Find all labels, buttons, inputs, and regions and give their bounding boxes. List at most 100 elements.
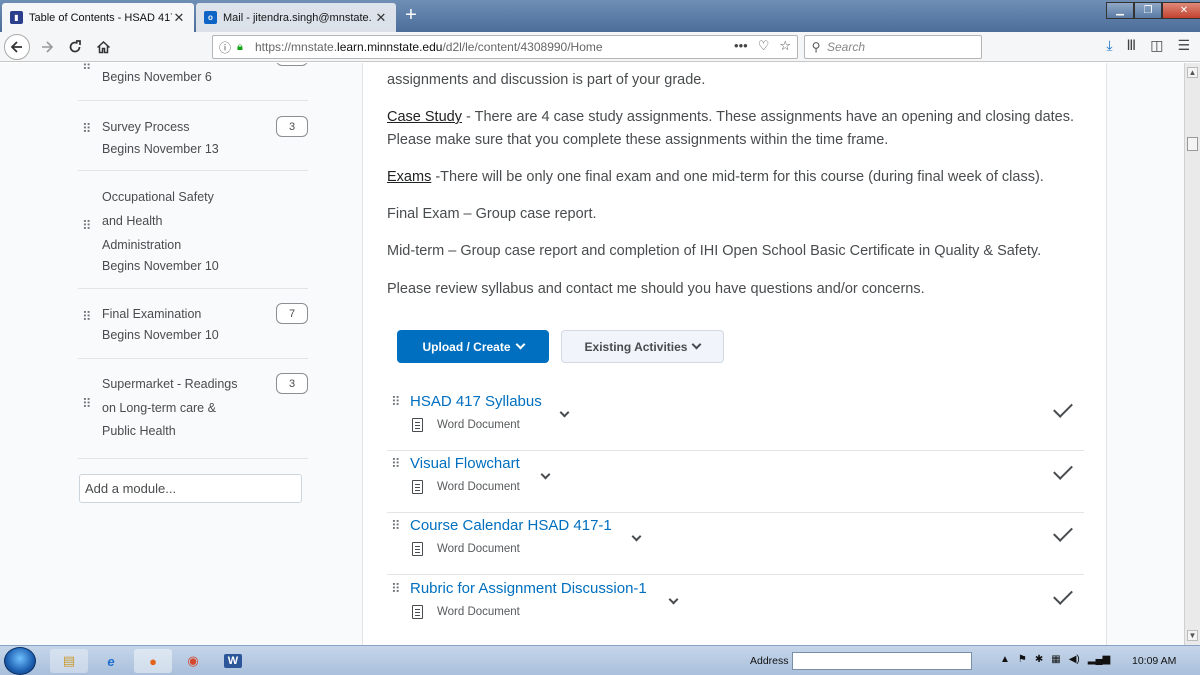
forward-arrow-icon[interactable] [36, 36, 58, 58]
upload-create-button[interactable]: Upload / Create [397, 330, 549, 363]
address-toolbar-label: Address [750, 655, 789, 667]
home-icon[interactable] [92, 36, 114, 58]
exams-text: -There will be only one final exam and o… [431, 169, 1044, 185]
case-study-paragraph: Case Study - There are 4 case study assi… [387, 106, 1102, 152]
tab-title: Table of Contents - HSAD 417- [29, 11, 172, 24]
exams-paragraph: Exams -There will be only one final exam… [387, 166, 1102, 189]
topic-item[interactable]: ⠿ Course Calendar HSAD 417-1 Word Docume… [387, 513, 1084, 575]
topic-title-link[interactable]: HSAD 417 Syllabus [410, 393, 542, 410]
tab-mail[interactable]: o Mail - jitendra.singh@mnstate. ✕ [196, 3, 396, 32]
review-text: Please review syllabus and contact me sh… [387, 281, 925, 297]
add-module-input[interactable]: Add a module... [79, 474, 302, 503]
bookmark-star-icon[interactable]: ☆ [779, 38, 791, 54]
system-tray: ▲ ⚑ ✱ ▦ ◀) ▂▄▆ [1000, 654, 1110, 665]
page-actions: ••• ♡ ☆ [734, 38, 791, 54]
drag-handle-icon[interactable]: ⠿ [82, 122, 91, 135]
module-title-line: Occupational Safety [102, 190, 214, 204]
navigation-toolbar: ⓘ 🔒︎ https://mnstate.learn.minnstate.edu… [0, 32, 1200, 62]
drag-handle-icon[interactable]: ⠿ [82, 397, 91, 410]
module-item-final-examination[interactable]: ⠿ Final Examination Begins November 10 7 [78, 289, 308, 359]
close-tab-icon[interactable]: ✕ [172, 10, 186, 26]
library-icon[interactable]: Ⅲ [1127, 37, 1137, 54]
tab-title: Mail - jitendra.singh@mnstate. [223, 11, 372, 24]
close-window-button[interactable]: ✕ [1162, 2, 1200, 19]
tab-table-of-contents[interactable]: ▮ Table of Contents - HSAD 417- ✕ [2, 3, 194, 32]
count-badge: 3 [276, 373, 308, 394]
drag-handle-icon[interactable]: ⠿ [391, 582, 400, 595]
minimize-button[interactable]: ▁ [1106, 2, 1134, 19]
module-title-line: Supermarket - Readings [102, 377, 238, 391]
topic-item[interactable]: ⠿ Visual Flowchart Word Document [387, 451, 1084, 513]
address-toolbar-input[interactable] [792, 652, 972, 670]
start-button[interactable] [4, 647, 36, 675]
vertical-scrollbar[interactable]: ▲ ▼ [1184, 63, 1200, 645]
reload-icon[interactable] [64, 36, 86, 58]
maximize-button[interactable]: ❐ [1134, 2, 1162, 19]
drag-handle-icon[interactable]: ⠿ [82, 310, 91, 323]
bluetooth-icon[interactable]: ✱ [1035, 654, 1043, 665]
tab-strip: ▮ Table of Contents - HSAD 417- ✕ o Mail… [0, 0, 1200, 32]
topic-menu-chevron-icon[interactable] [559, 403, 570, 421]
scroll-thumb[interactable] [1187, 137, 1198, 151]
topic-item[interactable]: ⠿ HSAD 417 Syllabus Word Document [387, 389, 1084, 451]
page-actions-menu-icon[interactable]: ••• [734, 38, 748, 54]
topic-menu-chevron-icon[interactable] [631, 527, 642, 545]
outlook-favicon-icon: o [204, 11, 217, 24]
pocket-icon[interactable]: ♡ [758, 38, 770, 54]
drag-handle-icon[interactable]: ⠿ [391, 519, 400, 532]
count-badge: 3 [276, 116, 308, 137]
firefox-icon[interactable]: ● [134, 649, 172, 673]
address-bar[interactable]: ⓘ 🔒︎ https://mnstate.learn.minnstate.edu… [212, 35, 798, 59]
drag-handle-icon[interactable]: ⠿ [391, 457, 400, 470]
completed-check-icon [1053, 460, 1073, 480]
module-title-line: and Health [102, 214, 163, 228]
hamburger-menu-icon[interactable]: ☰ [1177, 37, 1190, 54]
page-content: ⠿ Begins November 6 ⠿ Survey Process Beg… [0, 63, 1184, 645]
topic-menu-chevron-icon[interactable] [540, 465, 551, 483]
action-center-flag-icon[interactable]: ⚑ [1018, 654, 1027, 665]
internet-explorer-icon[interactable]: e [92, 649, 130, 673]
new-tab-button[interactable]: + [400, 4, 422, 28]
topic-title-link[interactable]: Rubric for Assignment Discussion-1 [410, 580, 647, 597]
signal-icon[interactable]: ▂▄▆ [1088, 654, 1110, 665]
topic-title-link[interactable]: Course Calendar HSAD 417-1 [410, 517, 612, 534]
topic-item[interactable]: ⠿ Rubric for Assignment Discussion-1 Wor… [387, 576, 1084, 638]
chrome-icon[interactable]: ◉ [174, 649, 212, 673]
drag-handle-icon[interactable]: ⠿ [391, 395, 400, 408]
word-icon[interactable]: W [214, 649, 252, 673]
drag-handle-icon[interactable]: ⠿ [82, 63, 91, 72]
topic-type: Word Document [437, 481, 520, 493]
toolbar-icons: ⤓ Ⅲ ◫ ☰ [1106, 37, 1190, 54]
clock[interactable]: 10:09 AM [1132, 655, 1176, 667]
topic-type: Word Document [437, 543, 520, 555]
show-hidden-icons-icon[interactable]: ▲ [1000, 654, 1010, 665]
search-icon: ⚲ [811, 40, 821, 54]
module-item-osha[interactable]: ⠿ Occupational Safety and Health Adminis… [78, 171, 308, 289]
search-input[interactable]: ⚲ Search [804, 35, 982, 59]
module-item[interactable]: ⠿ Begins November 6 [78, 63, 308, 101]
module-item-supermarket[interactable]: ⠿ Supermarket - Readings on Long-term ca… [78, 359, 308, 459]
case-study-heading: Case Study [387, 109, 462, 125]
volume-icon[interactable]: ◀) [1069, 654, 1080, 665]
d2l-favicon-icon: ▮ [10, 11, 23, 24]
topic-title-link[interactable]: Visual Flowchart [410, 455, 520, 472]
close-tab-icon[interactable]: ✕ [374, 10, 388, 26]
scroll-down-arrow-icon[interactable]: ▼ [1187, 630, 1198, 641]
exams-heading: Exams [387, 169, 432, 185]
sidebar-icon[interactable]: ◫ [1150, 37, 1163, 54]
info-icon[interactable]: ⓘ [219, 39, 237, 56]
scroll-up-arrow-icon[interactable]: ▲ [1187, 67, 1198, 78]
chevron-down-icon [692, 339, 702, 350]
download-icon[interactable]: ⤓ [1106, 37, 1112, 54]
module-item-survey-process[interactable]: ⠿ Survey Process Begins November 13 3 [78, 101, 308, 171]
network-icon[interactable]: ▦ [1051, 654, 1060, 665]
url-text: https://mnstate.learn.minnstate.edu/d2l/… [255, 40, 603, 54]
existing-activities-button[interactable]: Existing Activities [561, 330, 724, 363]
final-exam-text: Final Exam – Group case report. [387, 206, 597, 222]
module-date: Begins November 6 [102, 70, 212, 84]
back-arrow-icon[interactable] [4, 34, 30, 60]
topic-menu-chevron-icon[interactable] [668, 590, 679, 608]
completed-check-icon [1053, 398, 1073, 418]
drag-handle-icon[interactable]: ⠿ [82, 219, 91, 232]
file-explorer-icon[interactable]: ▤ [50, 649, 88, 673]
